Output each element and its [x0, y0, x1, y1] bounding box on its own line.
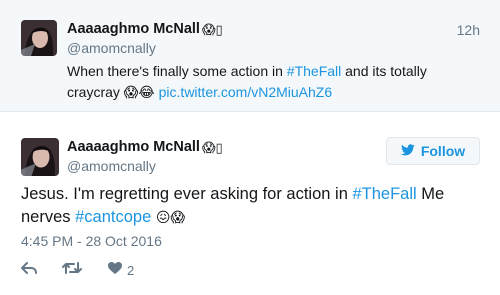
- parent-tweet[interactable]: Aaaaaghmo McNall 😱▯ @amomcnally 12h When…: [0, 0, 500, 112]
- relative-time[interactable]: 12h: [457, 22, 480, 38]
- hashtag-link[interactable]: #TheFall: [352, 185, 416, 203]
- reply-button[interactable]: [21, 261, 37, 279]
- retweet-icon: [62, 261, 82, 280]
- emoji: 😱😂: [123, 84, 155, 100]
- avatar[interactable]: [21, 20, 57, 56]
- like-button[interactable]: 2: [107, 261, 134, 279]
- display-name[interactable]: Aaaaaghmo McNall: [67, 21, 200, 37]
- pic-link[interactable]: pic.twitter.com/vN2MiuAhZ6: [159, 84, 333, 100]
- emoji: 😖😱: [155, 209, 186, 225]
- author-name-row[interactable]: Aaaaaghmo McNall 😱▯: [67, 21, 223, 37]
- retweet-button[interactable]: [62, 261, 82, 279]
- heart-icon: [107, 261, 123, 280]
- tweet-text-segment: Jesus. I'm regretting ever asking for ac…: [21, 185, 353, 203]
- name-emoji: 😱▯: [201, 139, 223, 155]
- tweet-text-segment: When there's finally some action in: [67, 63, 287, 79]
- like-count: 2: [127, 262, 135, 278]
- hashtag-link[interactable]: #TheFall: [287, 63, 341, 79]
- follow-button[interactable]: Follow: [386, 137, 480, 165]
- reply-icon: [21, 261, 37, 280]
- tweet-actions: 2: [21, 261, 159, 279]
- twitter-bird-icon: [400, 143, 415, 159]
- display-name[interactable]: Aaaaaghmo McNall: [67, 139, 200, 155]
- user-handle[interactable]: @amomcnally: [67, 40, 156, 56]
- name-emoji: 😱▯: [201, 21, 223, 37]
- follow-label: Follow: [420, 143, 466, 159]
- avatar[interactable]: [21, 138, 59, 176]
- tweet-timestamp[interactable]: 4:45 PM - 28 Oct 2016: [21, 233, 162, 249]
- embedded-tweet: Aaaaaghmo McNall 😱▯ @amomcnally 12h When…: [0, 0, 500, 295]
- tweet-text: Jesus. I'm regretting ever asking for ac…: [21, 183, 481, 229]
- hashtag-link[interactable]: #cantcope: [75, 208, 151, 226]
- user-handle[interactable]: @amomcnally: [67, 158, 156, 174]
- tweet-text: When there's finally some action in #The…: [67, 61, 472, 103]
- author-name-row[interactable]: Aaaaaghmo McNall 😱▯: [67, 139, 223, 155]
